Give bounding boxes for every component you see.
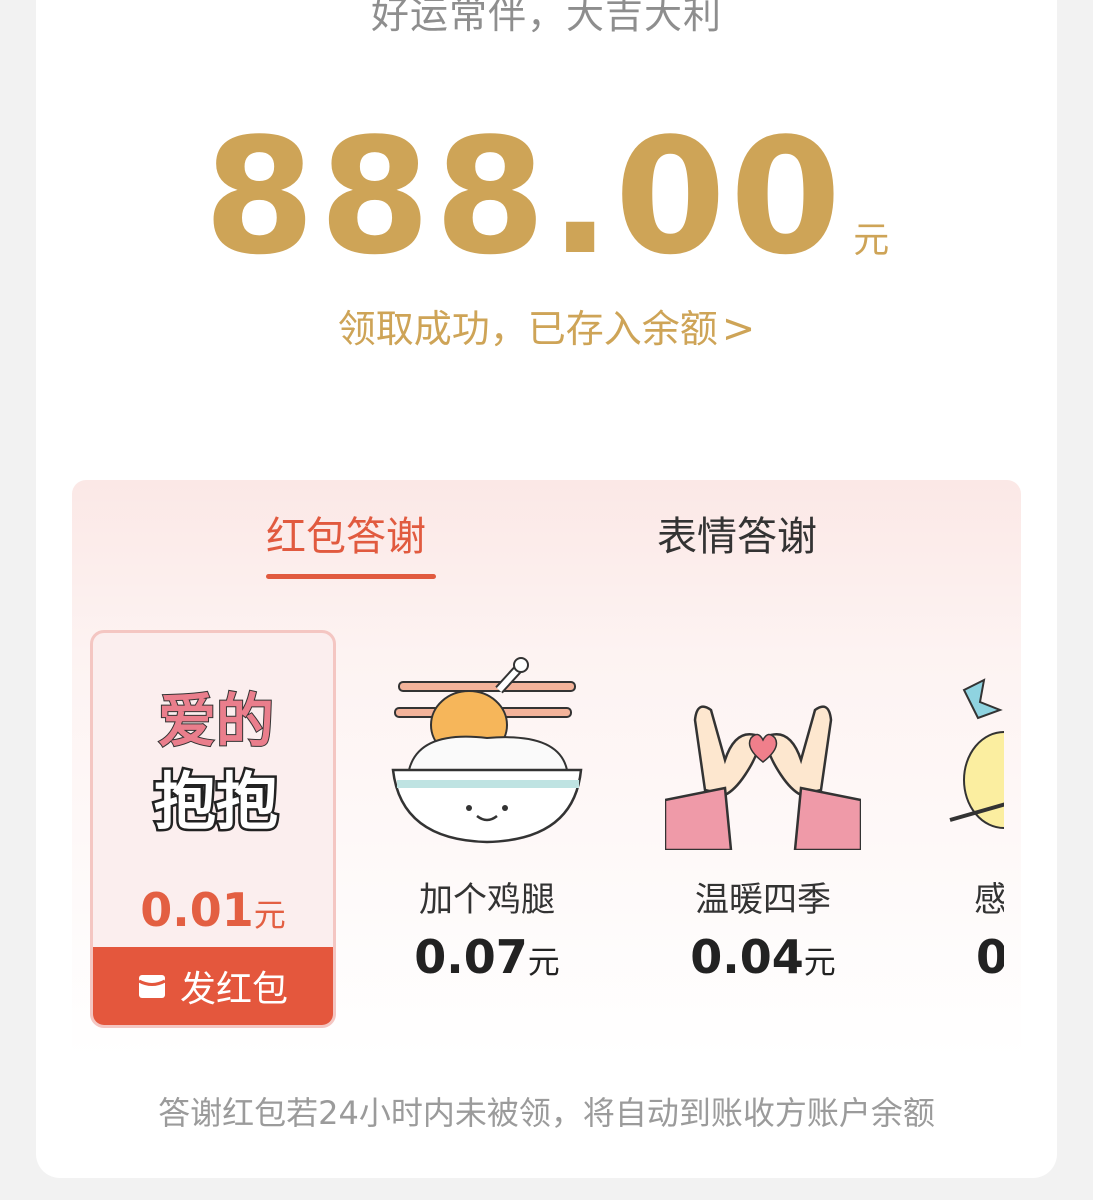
gift-item-thanks-partial[interactable]: 感 0 [934,630,1004,1028]
blessing-text: 好运常伴，大吉大利 [370,0,722,37]
partial-item-price: 0 [934,930,1004,984]
warm-seasons-name: 温暖四季 [695,880,831,920]
hug-price-unit: 元 [253,896,286,934]
chevron-right-icon: > [721,306,756,352]
warm-seasons-price: 0.04元 [640,930,886,984]
tab-sticker-thanks[interactable]: 表情答谢 [657,512,817,562]
gift-icon [138,975,166,998]
drumstick-name: 加个鸡腿 [419,880,555,920]
tab-hongbao-thanks[interactable]: 红包答谢 [266,512,426,562]
hug-art-top-text: 爱的 [158,687,274,755]
heart-hands-icon [665,705,861,850]
thanks-panel: 红包答谢 表情答谢 爱的 抱抱 0.01元 发红包 加个鸡腿 0.07元 温暖四… [72,480,1021,1060]
hug-price-value: 0.01 [140,883,254,937]
footnote-text: 答谢红包若24小时内未被领，将自动到账收方账户余额 [158,1094,935,1132]
partial-item-name: 感 [974,880,1004,920]
send-button-label: 发红包 [179,969,288,1010]
active-tab-indicator [266,574,436,579]
send-redpacket-button[interactable]: 发红包 [93,947,333,1025]
amount-value: 888.00 [203,103,846,290]
hug-sticker-icon: 爱的 抱抱 [151,686,280,841]
gift-item-warm-seasons[interactable]: 温暖四季 0.04元 [640,630,886,1028]
gift-item-drumstick[interactable]: 加个鸡腿 0.07元 [364,630,610,1028]
rice-bowl-drumstick-icon [391,657,583,844]
amount-unit: 元 [853,220,890,261]
sticker-partial-icon [949,678,1004,829]
balance-link-label: 领取成功，已存入余额 [337,307,718,351]
hug-art-bottom-text: 抱抱 [154,765,278,838]
gift-item-hug[interactable]: 爱的 抱抱 0.01元 发红包 [90,630,336,1028]
warm-seasons-price-value: 0.04 [690,930,804,984]
partial-price-value: 0 [976,930,1004,984]
drumstick-price-unit: 元 [527,943,560,981]
balance-link[interactable]: 领取成功，已存入余额 > [36,298,1057,353]
drumstick-price: 0.07元 [364,930,610,984]
drumstick-price-value: 0.07 [414,930,528,984]
amount-display: 888.00 元 [36,112,1057,282]
hug-price: 0.01元 [93,883,333,937]
warm-seasons-price-unit: 元 [803,943,836,981]
